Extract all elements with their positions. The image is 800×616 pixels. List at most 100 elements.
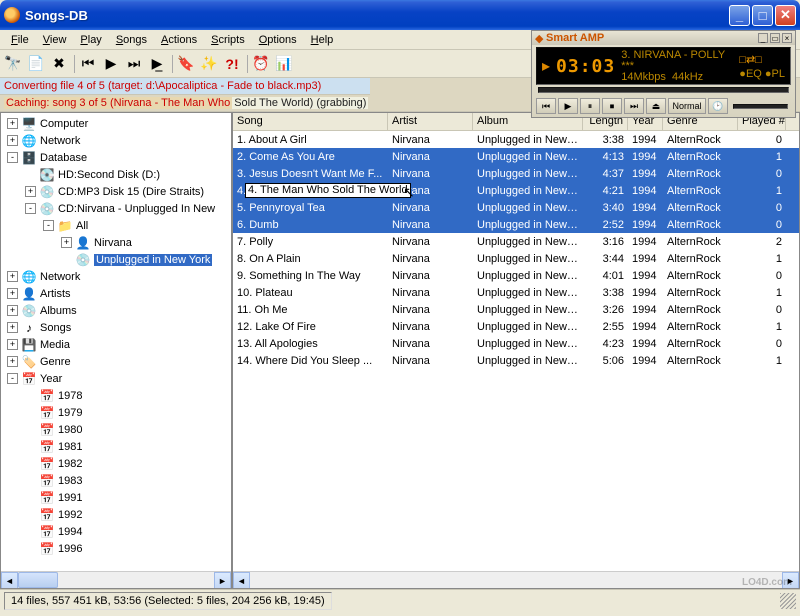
tree-item[interactable]: +💿Albums [3,302,229,319]
table-row[interactable]: 7. PollyNirvanaUnplugged in New ...3:161… [233,233,799,250]
menu-play[interactable]: Play [73,32,108,48]
tree-item[interactable]: 📅1978 [3,387,229,404]
table-row[interactable]: 4. The Man Who Sold The WorldNirvanaUnpl… [233,182,799,199]
table-row[interactable]: 8. On A PlainNirvanaUnplugged in New ...… [233,250,799,267]
expand-icon[interactable]: + [7,322,18,333]
table-row[interactable]: 12. Lake Of FireNirvanaUnplugged in New … [233,318,799,335]
info-icon[interactable]: ?! [222,54,242,74]
table-row[interactable]: 3. Jesus Doesn't Want Me F...NirvanaUnpl… [233,165,799,182]
alarm-icon[interactable]: ⏰ [251,54,271,74]
menu-options[interactable]: Options [252,32,304,48]
menu-scripts[interactable]: Scripts [204,32,252,48]
player-pause-button[interactable]: ⏸ [580,98,600,114]
table-row[interactable]: 10. PlateauNirvanaUnplugged in New ...3:… [233,284,799,301]
wand-icon[interactable]: ✨ [199,54,219,74]
tree-item[interactable]: 📅1996 [3,540,229,557]
tree-item[interactable]: -🗄️Database [3,149,229,166]
scroll-left-icon[interactable]: ◄ [1,572,18,589]
table-row[interactable]: 5. Pennyroyal TeaNirvanaUnplugged in New… [233,199,799,216]
column-header[interactable]: Artist [388,113,473,130]
binoculars-icon[interactable]: 🔭 [3,54,23,74]
table-row[interactable]: 14. Where Did You Sleep ...NirvanaUnplug… [233,352,799,369]
tree-item[interactable]: 📅1991 [3,489,229,506]
expand-icon[interactable]: + [7,118,18,129]
table-row[interactable]: 13. All ApologiesNirvanaUnplugged in New… [233,335,799,352]
expand-icon[interactable]: + [7,356,18,367]
tree-item[interactable]: 📅1992 [3,506,229,523]
tree-item[interactable]: +🏷️Genre [3,353,229,370]
tree-item[interactable]: 📅1994 [3,523,229,540]
tree-item[interactable]: 📅1983 [3,472,229,489]
player-minimize-button[interactable]: _ [758,33,768,43]
player-play-button[interactable]: ▶ [558,98,578,114]
tree-item[interactable]: +♪Songs [3,319,229,336]
delete-icon[interactable]: ✖ [49,54,69,74]
spectrum-icon[interactable]: 📊 [274,54,294,74]
menu-file[interactable]: File [4,32,36,48]
expand-icon[interactable]: + [7,305,18,316]
tree-item[interactable]: -📅Year [3,370,229,387]
expand-icon[interactable]: + [7,339,18,350]
expand-icon[interactable]: - [7,152,18,163]
eq-pl-icon[interactable]: ●EQ ●PL [739,68,785,80]
tree[interactable]: +🖥️Computer+🌐Network-🗄️Database💽HD:Secon… [1,113,231,571]
table-row[interactable]: 6. DumbNirvanaUnplugged in New ...2:5219… [233,216,799,233]
scroll-thumb[interactable] [18,572,58,588]
menu-help[interactable]: Help [304,32,341,48]
player-close-button[interactable]: × [782,33,792,43]
player-eject-button[interactable]: ⏏ [646,98,666,114]
tree-item[interactable]: +💾Media [3,336,229,353]
tree-item[interactable]: 📅1979 [3,404,229,421]
scroll-left-icon[interactable]: ◄ [233,572,250,589]
player-prev-button[interactable]: ⏮ [536,98,556,114]
player-stop-button[interactable]: ⏹ [602,98,622,114]
expand-icon[interactable]: + [7,288,18,299]
tree-item[interactable]: +👤Nirvana [3,234,229,251]
maximize-button[interactable]: □ [752,5,773,26]
table-row[interactable]: 1. About A GirlNirvanaUnplugged in New .… [233,131,799,148]
search-document-icon[interactable]: 📄 [26,54,46,74]
column-header[interactable]: Song [233,113,388,130]
tree-hscroll[interactable]: ◄ ► [1,571,231,588]
expand-icon[interactable]: + [61,237,72,248]
tree-item[interactable]: -💿CD:Nirvana - Unplugged In New [3,200,229,217]
expand-icon[interactable]: - [43,220,54,231]
tree-item[interactable]: 💽HD:Second Disk (D:) [3,166,229,183]
table-row[interactable]: 9. Something In The WayNirvanaUnplugged … [233,267,799,284]
expand-icon[interactable]: + [7,135,18,146]
menu-view[interactable]: View [36,32,74,48]
player-volume[interactable] [733,104,788,109]
scroll-right-icon[interactable]: ► [214,572,231,589]
minimize-button[interactable]: _ [729,5,750,26]
tree-item[interactable]: +🌐Network [3,268,229,285]
menu-actions[interactable]: Actions [154,32,204,48]
scroll-track[interactable] [58,572,214,588]
tree-item[interactable]: 📅1982 [3,455,229,472]
tree-item[interactable]: +👤Artists [3,285,229,302]
tree-item[interactable]: +🖥️Computer [3,115,229,132]
expand-icon[interactable]: - [7,373,18,384]
resize-grip-icon[interactable] [780,593,796,609]
tree-item[interactable]: 📅1980 [3,421,229,438]
queue-icon[interactable]: ▶̲ [147,54,167,74]
scroll-track[interactable] [250,572,782,588]
player-clock-button[interactable]: 🕑 [708,98,728,114]
player-mode-button[interactable]: Normal [668,98,706,114]
tag-icon[interactable]: 🔖 [176,54,196,74]
menu-songs[interactable]: Songs [109,32,154,48]
tree-item[interactable]: +🌐Network [3,132,229,149]
next-icon[interactable]: ⏭ [124,54,144,74]
close-button[interactable]: ✕ [775,5,796,26]
tree-item[interactable]: +💿CD:MP3 Disk 15 (Dire Straits) [3,183,229,200]
table-row[interactable]: 11. Oh MeNirvanaUnplugged in New ...3:26… [233,301,799,318]
table-row[interactable]: 2. Come As You AreNirvanaUnplugged in Ne… [233,148,799,165]
play-icon[interactable]: ▶ [101,54,121,74]
inline-editor[interactable]: 4. The Man Who Sold The World [245,183,411,198]
tree-item[interactable]: 📅1981 [3,438,229,455]
expand-icon[interactable]: + [25,186,36,197]
repeat-icon[interactable]: □⇄□ [739,53,785,66]
player-next-button[interactable]: ⏭ [624,98,644,114]
tree-item[interactable]: -📁All [3,217,229,234]
player-shade-button[interactable]: ▭ [770,33,780,43]
list-body[interactable]: 1. About A GirlNirvanaUnplugged in New .… [233,131,799,588]
